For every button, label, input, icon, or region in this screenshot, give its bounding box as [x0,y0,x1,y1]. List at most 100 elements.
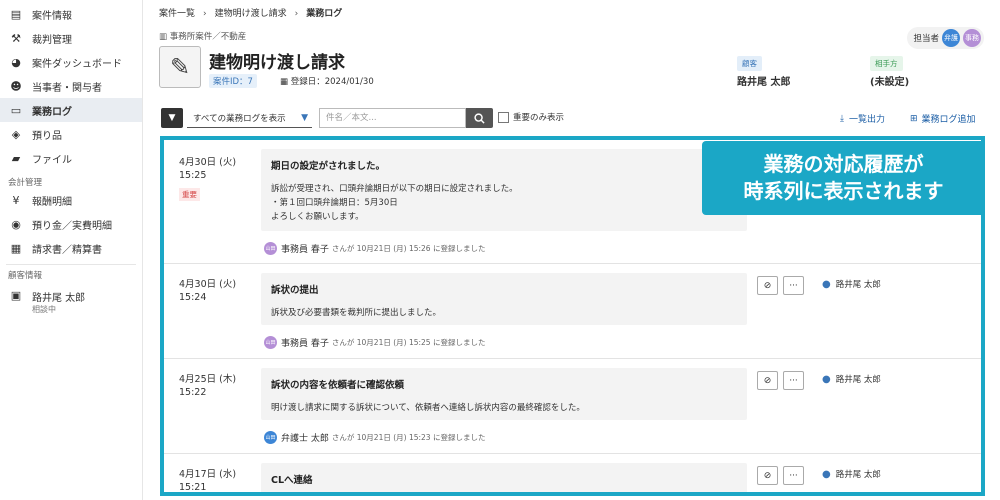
link-icon: ⊘ [763,280,772,291]
log-item: 4月30日 (火) 15:24 訴状の提出 訴状及び必要書類を裁判所に提出しまし… [164,264,981,359]
log-text-line: 明け渡し請求に関する訴状について、依頼者へ連絡し訴状内容の最終確認をした。 [271,403,585,413]
building-icon: ▥ [159,32,168,42]
log-time: 15:25 [179,170,207,181]
log-title: 訴状の提出 [271,285,319,296]
breadcrumb-case-list[interactable]: 案件一覧 [159,9,195,19]
client-value[interactable]: 路井尾 太郎 [737,73,790,88]
log-body[interactable]: 期日の設定がされました。 訴訟が受理され、口頭弁論期日が以下の期日に設定されまし… [261,149,747,231]
person-icon: ● [822,278,831,290]
important-badge: 重要 [179,188,200,201]
document-icon: ▤ [10,7,22,21]
divider [6,264,136,265]
link-button[interactable]: ⊘ [757,276,778,295]
download-icon: ⤓ [840,113,844,124]
search-input[interactable] [319,108,466,128]
log-text-line: 訴状及び必要書類を裁判所に提出しました。 [271,308,442,318]
sidebar-item-files[interactable]: ▰ ファイル [0,146,142,170]
important-only-checkbox[interactable]: 重要のみ表示 [498,111,564,123]
gavel-icon: ⚒ [11,31,21,45]
registered-date: ▦ 登録日：2024/01/30 [280,77,374,87]
checkbox[interactable] [498,111,509,123]
related-person[interactable]: ● 路井尾 太郎 [822,373,881,386]
sidebar-item-court[interactable]: ⚒ 裁判管理 [0,26,142,50]
sidebar-item-invoices[interactable]: ▦ 請求書／精算書 [0,236,142,260]
related-person[interactable]: ● 路井尾 太郎 [822,278,881,291]
client-label: 顧客 [737,56,762,71]
link-icon: ⊘ [763,375,772,386]
add-log-button[interactable]: ⊞ 業務ログ追加 [910,112,976,126]
client-name: 路井尾 太郎 [32,293,86,304]
log-item: 4月25日 (木) 15:22 訴状の内容を依頼者に確認依頼 明け渡し請求に関す… [164,359,981,454]
coins-icon: ◉ [11,217,21,231]
case-category: ▥ 事務所案件／不動産 [159,32,247,42]
log-date: 4月30日 (火) [179,279,237,290]
log-item: 4月17日 (水) 15:21 CLへ連絡 ⊘ ··· ● 路井尾 太郎 [164,454,981,492]
case-document-icon: ✎ [159,46,201,88]
log-registered-by: 山田 弁護士 太郎 さんが 10月21日 (月) 15:23 に登録しました [264,431,486,444]
log-time: 15:22 [179,387,207,398]
search-button[interactable] [466,108,493,128]
chevron-right-icon: › [294,9,299,19]
more-button[interactable]: ··· [783,371,804,390]
chevron-right-icon: › [203,9,207,19]
folder-icon: ▰ [11,151,21,165]
avatar: 事務 [963,29,981,47]
more-icon: ··· [789,375,798,386]
link-button[interactable]: ⊘ [757,466,778,485]
log-registered-by: 山田 事務員 春子 さんが 10月21日 (月) 15:26 に登録しました [264,242,486,255]
filter-icon: ▼ [168,113,176,123]
section-accounting: 会計管理 [8,178,43,188]
sidebar-item-parties[interactable]: ☻ 当事者・関与者 [0,74,142,98]
breadcrumb-case[interactable]: 建物明け渡し請求 [215,9,287,19]
log-text-line: ・第１回口頭弁論期日：5月30日 [271,198,398,208]
page-title: 建物明け渡し請求 [209,53,345,73]
export-button[interactable]: ⤓ 一覧出力 [840,112,885,126]
more-icon: ··· [789,280,798,291]
sidebar-item-case-info[interactable]: ▤ 案件情報 [0,2,142,26]
more-icon: ··· [789,470,798,481]
breadcrumb: 案件一覧 › 建物明け渡し請求 › 業務ログ [159,6,342,19]
invoice-icon: ▦ [10,241,22,255]
log-title: 期日の設定がされました。 [271,161,386,172]
yen-icon: ¥ [12,193,20,207]
sidebar-item-dashboard[interactable]: ◕ 案件ダッシュボード [0,50,142,74]
calendar-icon: ▦ [280,77,289,87]
search-icon [474,112,485,124]
section-client: 顧客情報 [8,271,43,281]
people-icon: ☻ [10,79,22,93]
avatar: 山田 [264,336,277,349]
log-body[interactable]: CLへ連絡 [261,463,747,492]
sidebar-item-fees[interactable]: ¥ 報酬明細 [0,188,142,212]
avatar: 弁護 [942,29,960,47]
log-registered-by: 山田 事務員 春子 さんが 10月21日 (月) 15:25 に登録しました [264,336,486,349]
callout-annotation: 業務の対応履歴が 時系列に表示されます [702,141,985,215]
log-time: 15:24 [179,292,207,303]
more-button[interactable]: ··· [783,276,804,295]
main-content: 案件一覧 › 建物明け渡し請求 › 業務ログ ▥ 事務所案件／不動産 ✎ 建物明け渡し請… [143,0,1000,500]
sidebar-item-work-log[interactable]: ▭ 業務ログ [0,98,142,122]
breadcrumb-current: 業務ログ [306,9,343,19]
log-icon: ▭ [10,103,22,117]
box-icon: ◈ [11,127,21,141]
id-card-icon: ▣ [10,289,22,302]
opponent-value: (未設定) [870,77,910,88]
person-icon: ● [822,373,831,385]
log-date: 4月30日 (火) [179,157,237,168]
link-button[interactable]: ⊘ [757,371,778,390]
sidebar-client[interactable]: ▣ 路井尾 太郎 相談中 [0,285,142,315]
filter-select[interactable]: すべての業務ログを表示 ▼ [187,108,312,128]
sidebar-item-expenses[interactable]: ◉ 預り金／実費明細 [0,212,142,236]
related-person[interactable]: ● 路井尾 太郎 [822,468,881,481]
chevron-down-icon: ▼ [301,112,308,123]
avatar: 山田 [264,431,277,444]
assignee[interactable]: 担当者 弁護 事務 [907,27,984,49]
filter-button[interactable]: ▼ [161,108,183,128]
link-icon: ⊘ [763,470,772,481]
dashboard-icon: ◕ [11,55,21,69]
sidebar-item-deposits[interactable]: ◈ 預り品 [0,122,142,146]
avatar: 山田 [264,242,277,255]
log-title: CLへ連絡 [271,475,313,486]
log-body[interactable]: 訴状の提出 訴状及び必要書類を裁判所に提出しました。 [261,273,747,325]
log-body[interactable]: 訴状の内容を依頼者に確認依頼 明け渡し請求に関する訴状について、依頼者へ連絡し訴… [261,368,747,420]
more-button[interactable]: ··· [783,466,804,485]
